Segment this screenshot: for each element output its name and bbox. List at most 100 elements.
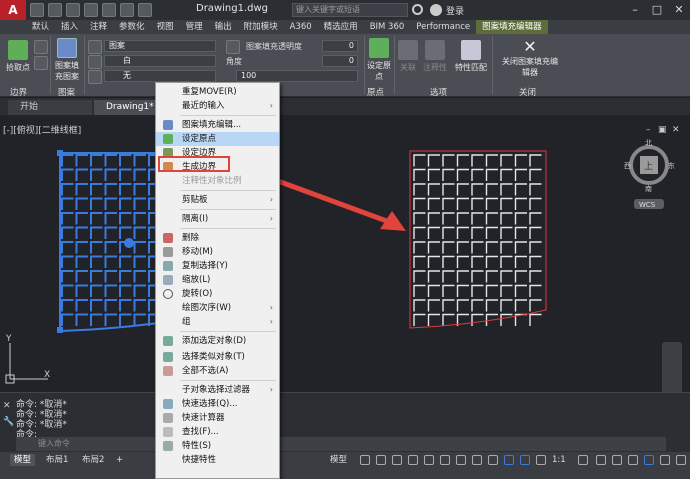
autocad-logo[interactable]: A xyxy=(0,0,26,20)
search-input[interactable]: 键入关键字或短语 xyxy=(292,3,408,17)
open-icon[interactable] xyxy=(48,3,62,17)
origin-panel-label[interactable]: 原点 xyxy=(367,86,384,98)
tab-view[interactable]: 视图 xyxy=(151,20,180,34)
workspace-gear-icon[interactable] xyxy=(578,455,588,465)
lineweight-icon[interactable] xyxy=(456,455,466,465)
hatch-pattern-button[interactable]: 图案填充图案 xyxy=(52,38,82,82)
tab-bim360[interactable]: BIM 360 xyxy=(364,20,411,34)
menu-item-copy-selection[interactable]: 复制选择(Y) xyxy=(156,259,279,273)
saveas-icon[interactable] xyxy=(84,3,98,17)
search-icon[interactable] xyxy=(412,4,423,15)
customize-menu-icon[interactable] xyxy=(676,455,686,465)
menu-item-scale[interactable]: 缩放(L) xyxy=(156,273,279,287)
menu-item-set-origin[interactable]: 设定原点 xyxy=(156,132,279,146)
angle-input[interactable]: 0 xyxy=(322,55,358,67)
associative-button[interactable]: 关联 xyxy=(398,40,418,73)
tab-start[interactable]: 开始 xyxy=(8,100,92,115)
tab-model[interactable]: 模型 xyxy=(10,454,36,466)
new-icon[interactable] xyxy=(30,3,44,17)
boundary-panel-label[interactable]: 边界 xyxy=(10,86,27,98)
polar-icon[interactable] xyxy=(408,455,418,465)
scale-input[interactable]: 100 xyxy=(236,70,358,82)
options-panel-label[interactable]: 选项 xyxy=(430,86,447,98)
menu-item-clipboard[interactable]: 剪贴板 › xyxy=(156,193,279,207)
menu-item-quick-select[interactable]: 快速选择(Q)... xyxy=(156,397,279,411)
menu-item-move[interactable]: 移动(M) xyxy=(156,245,279,259)
close-hatch-editor-button[interactable]: ✕ 关闭图案填充编辑器 xyxy=(500,38,560,78)
transparency-toggle-icon[interactable] xyxy=(472,455,482,465)
print-icon[interactable] xyxy=(102,3,116,17)
command-close-icon[interactable]: ✕ xyxy=(3,401,11,411)
annotation-scale-icon[interactable] xyxy=(536,455,546,465)
close-icon[interactable]: ✕ xyxy=(668,0,690,20)
minimize-icon[interactable]: – xyxy=(624,0,646,20)
command-input[interactable]: 键入命令 xyxy=(16,437,666,451)
maximize-icon[interactable]: □ xyxy=(646,0,668,20)
tab-insert[interactable]: 插入 xyxy=(55,20,84,34)
menu-item-recent-input[interactable]: 最近的输入 › xyxy=(156,99,279,113)
menu-item-erase[interactable]: 删除 xyxy=(156,231,279,245)
redo-icon[interactable] xyxy=(138,3,152,17)
tab-layout1[interactable]: 布局1 xyxy=(42,454,72,466)
model-space-button[interactable]: 模型 xyxy=(326,454,351,466)
tab-hatch-editor[interactable]: 图案填充编辑器 xyxy=(476,20,548,34)
annotative-button[interactable]: 注释性 xyxy=(422,40,448,73)
remove-icon[interactable] xyxy=(34,56,48,70)
menu-item-draw-order[interactable]: 绘图次序(W) › xyxy=(156,301,279,315)
menu-item-group[interactable]: 组 › xyxy=(156,315,279,329)
menu-item-subobject-filter[interactable]: 子对象选择过滤器 › xyxy=(156,383,279,397)
pick-points-button[interactable]: 拾取点 xyxy=(4,40,32,73)
menu-item-select-similar[interactable]: 选择类似对象(T) xyxy=(156,350,279,364)
viewport-close-icon[interactable]: ✕ xyxy=(672,125,680,135)
set-origin-button[interactable]: 设定原点 xyxy=(366,38,392,82)
grid-icon[interactable] xyxy=(360,455,370,465)
auto-scale-icon[interactable] xyxy=(520,455,530,465)
annotation-visibility-icon[interactable] xyxy=(504,455,514,465)
match-properties-button[interactable]: 特性匹配 xyxy=(454,40,488,73)
tab-addins[interactable]: 附加模块 xyxy=(238,20,284,34)
command-window[interactable]: 命令: *取消* 命令: *取消* 命令: *取消* 命令: ✕ 🔧 键入命令 xyxy=(0,392,690,452)
pattern-type-dropdown[interactable]: 图案 xyxy=(104,40,216,52)
tab-parametric[interactable]: 参数化 xyxy=(113,20,151,34)
tab-a360[interactable]: A360 xyxy=(284,20,318,34)
viewport-restore-icon[interactable]: ▣ xyxy=(658,125,667,135)
user-icon[interactable] xyxy=(430,4,442,16)
menu-item-deselect-all[interactable]: 全部不选(A) xyxy=(156,364,279,378)
undo-icon[interactable] xyxy=(120,3,134,17)
new-boundary-hatch[interactable] xyxy=(413,154,542,326)
menu-item-isolate[interactable]: 隔离(I) › xyxy=(156,212,279,226)
grip-center[interactable] xyxy=(124,238,134,248)
tab-annotate[interactable]: 注释 xyxy=(84,20,113,34)
save-icon[interactable] xyxy=(66,3,80,17)
menu-item-quick-calc[interactable]: 快速计算器 xyxy=(156,411,279,425)
menu-item-rotate[interactable]: 旋转(O) xyxy=(156,287,279,301)
tab-performance[interactable]: Performance xyxy=(410,20,476,34)
quick-properties-icon[interactable] xyxy=(628,455,638,465)
annotation-monitor-icon[interactable] xyxy=(596,455,606,465)
annotation-scale-value[interactable]: 1:1 xyxy=(548,454,570,466)
menu-item-hatch-edit[interactable]: 图案填充编辑... xyxy=(156,118,279,132)
add-layout-icon[interactable]: + xyxy=(112,454,127,466)
menu-item-quick-properties[interactable]: 快捷特性 xyxy=(156,453,279,467)
viewport-minimize-icon[interactable]: – xyxy=(646,125,651,135)
command-settings-icon[interactable]: 🔧 xyxy=(3,417,14,427)
tab-manage[interactable]: 管理 xyxy=(180,20,209,34)
units-icon[interactable] xyxy=(612,455,622,465)
tab-featured-apps[interactable]: 精选应用 xyxy=(318,20,364,34)
menu-item-add-selected[interactable]: 添加选定对象(D) xyxy=(156,334,279,348)
login-button[interactable]: 登录 xyxy=(446,4,464,17)
menu-item-properties[interactable]: 特性(S) xyxy=(156,439,279,453)
viewcube-north[interactable]: 北 xyxy=(645,139,652,147)
menu-item-find[interactable]: 查找(F)... xyxy=(156,425,279,439)
osnap-icon[interactable] xyxy=(424,455,434,465)
drawing-canvas[interactable]: [-][俯视][二维线框] Y X 上 北 南 西 东 WCS – ▣ ✕ xyxy=(0,115,690,452)
viewcube-west[interactable]: 西 xyxy=(624,162,631,170)
hatch-color-dropdown[interactable]: 白 xyxy=(104,55,216,67)
ortho-icon[interactable] xyxy=(392,455,402,465)
tab-default[interactable]: 默认 xyxy=(26,20,55,34)
isolate-objects-icon[interactable] xyxy=(660,455,670,465)
background-color-dropdown[interactable]: 无 xyxy=(104,70,216,82)
lock-ui-icon[interactable] xyxy=(644,455,654,465)
snap-icon[interactable] xyxy=(376,455,386,465)
tab-output[interactable]: 输出 xyxy=(209,20,238,34)
